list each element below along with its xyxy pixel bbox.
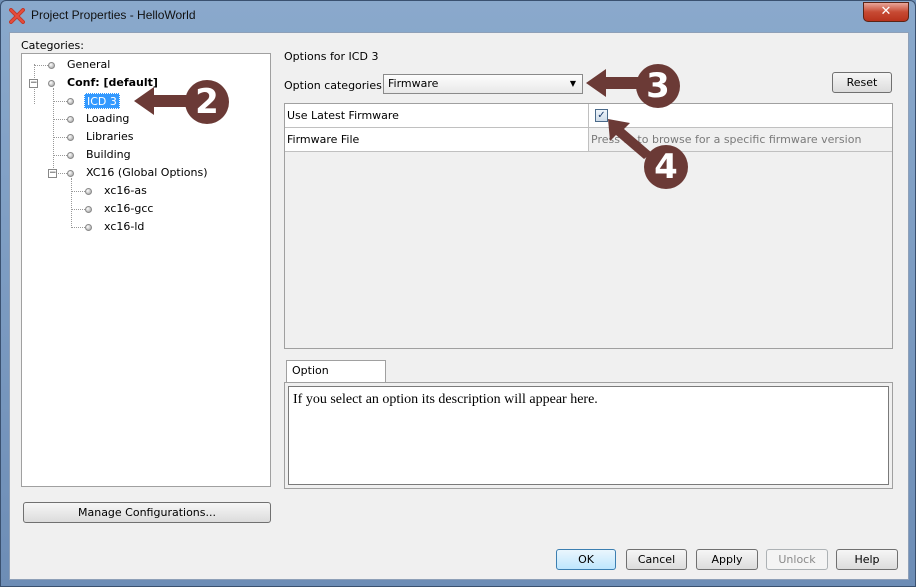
tree-connector [53,101,67,102]
tree-item-icd3[interactable]: ICD 3 [84,93,120,109]
tree-item-general[interactable]: General [67,57,110,73]
tree-node-icon [85,188,92,195]
tree-node-icon [48,80,55,87]
tree-node-icon [67,134,74,141]
dialog-client: Categories: General − Conf: [default] IC… [9,32,909,580]
tree-item-xc16-ld[interactable]: xc16-ld [104,219,144,235]
tree-connector [53,137,67,138]
tree-connector [34,65,48,66]
option-categories-label: Option categories: [284,79,386,92]
tree-item-loading[interactable]: Loading [86,111,129,127]
tree-item-libraries[interactable]: Libraries [86,129,134,145]
tree-connector [71,209,85,210]
categories-label: Categories: [21,39,84,52]
tree-connector [71,227,85,228]
option-categories-value: Firmware [388,77,439,90]
categories-tree[interactable]: General − Conf: [default] ICD 3 Loading … [21,53,271,487]
option-description-panel: If you select an option its description … [284,382,893,489]
collapse-icon[interactable]: − [29,79,38,88]
callout-number-4: 4 [644,145,688,189]
tree-item-xc16-gcc[interactable]: xc16-gcc [104,201,153,217]
callout-arrow-icon [586,69,640,97]
tree-connector [53,119,67,120]
tree-node-icon [67,152,74,159]
option-row-use-latest-firmware[interactable]: Use Latest Firmware ✓ [285,104,892,128]
tree-item-building[interactable]: Building [86,147,131,163]
tree-node-icon [67,98,74,105]
tree-connector [71,178,72,228]
tree-item-xc16-global[interactable]: XC16 (Global Options) [86,165,208,181]
tab-option-description[interactable]: Option Description [286,360,386,397]
tree-node-icon [48,62,55,69]
dropdown-arrow-icon: ▼ [569,79,576,88]
unlock-button: Unlock [766,549,828,570]
close-button[interactable]: ✕ [863,2,909,22]
tree-node-icon [67,116,74,123]
cancel-button[interactable]: Cancel [626,549,687,570]
callout-number-3: 3 [636,64,680,108]
option-name: Use Latest Firmware [285,104,589,127]
tree-connector [53,155,67,156]
collapse-icon[interactable]: − [48,169,57,178]
reset-button[interactable]: Reset [832,72,892,93]
manage-configurations-button[interactable]: Manage Configurations... [23,502,271,523]
option-description-text: If you select an option its description … [288,386,889,485]
close-icon: ✕ [880,4,892,19]
callout-number-2: 2 [185,80,229,124]
option-categories-select[interactable]: Firmware ▼ [383,74,583,94]
mplab-x-icon [9,8,25,24]
options-heading: Options for ICD 3 [284,50,379,63]
title-bar[interactable]: Project Properties - HelloWorld ✕ [1,1,915,31]
tree-node-icon [85,206,92,213]
window-title: Project Properties - HelloWorld [31,8,196,22]
tree-node-icon [67,170,74,177]
callout-arrow-icon [134,87,188,115]
tree-node-icon [85,224,92,231]
options-grid: Use Latest Firmware ✓ Firmware File Pres… [284,103,893,349]
ok-button[interactable]: OK [556,549,616,570]
help-button[interactable]: Help [836,549,898,570]
option-row-firmware-file[interactable]: Firmware File Press ... to browse for a … [285,128,892,152]
option-name: Firmware File [285,128,589,151]
dialog-window: Project Properties - HelloWorld ✕ Catego… [0,0,916,587]
tree-item-xc16-as[interactable]: xc16-as [104,183,147,199]
tree-connector [71,191,85,192]
apply-button[interactable]: Apply [696,549,758,570]
